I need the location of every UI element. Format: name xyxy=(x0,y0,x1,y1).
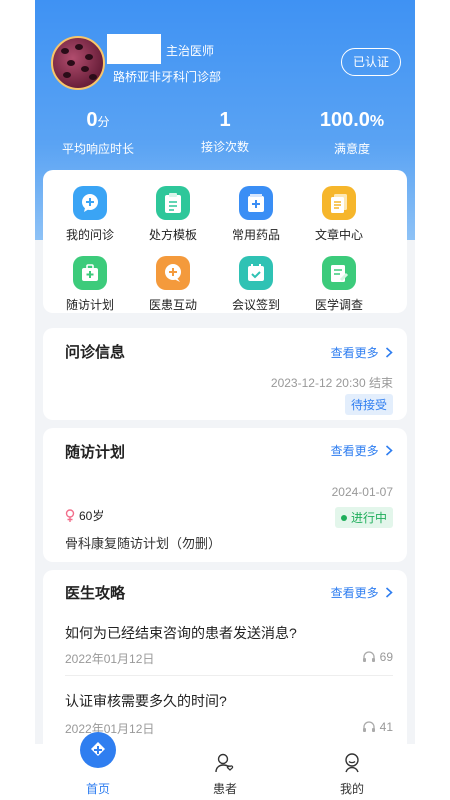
stat-value: 0 xyxy=(86,109,98,131)
nav-label: 首页 xyxy=(85,782,110,796)
age-label: 60岁 xyxy=(79,509,105,523)
doctor-name-redacted xyxy=(107,34,161,64)
followup-plan-name: 骨科康复随访计划（勿删） xyxy=(65,536,222,551)
article-date: 2022年01月12日 xyxy=(65,652,155,666)
stat-label: 满意度 xyxy=(333,142,370,156)
medicine-box-icon xyxy=(239,186,273,220)
grid-label: 医患互动 xyxy=(148,298,197,312)
chevron-right-icon xyxy=(385,445,393,456)
grid-label: 医学调查 xyxy=(314,298,363,312)
avatar[interactable] xyxy=(51,36,105,90)
more-label: 查看更多 xyxy=(330,346,379,360)
grid-item-prescription-template[interactable]: 处方模板 xyxy=(138,186,208,243)
status-label: 进行中 xyxy=(350,511,387,525)
stat-label: 平均响应时长 xyxy=(61,142,134,156)
status-badge: 进行中 xyxy=(334,507,393,528)
consult-end-time: 2023-12-12 20:30 结束 xyxy=(270,376,393,390)
status-badge: 待接受 xyxy=(344,394,393,415)
grid-item-doctor-patient-interaction[interactable]: 医患互动 xyxy=(138,256,208,313)
stat-response-time: 0分 平均响应时长 xyxy=(35,106,161,157)
divider xyxy=(65,675,393,676)
play-count: 41 xyxy=(379,720,393,734)
function-grid: 我的问诊 处方模板 常用药品 文章中心 随访计划 医患互动 会议签到 医学调查 xyxy=(43,170,407,313)
nav-home[interactable]: 首页 xyxy=(35,732,161,800)
headphones-icon xyxy=(362,651,375,662)
calendar-check-icon xyxy=(239,256,273,290)
survey-edit-icon xyxy=(322,256,356,290)
stat-unit: 分 xyxy=(97,115,110,129)
article-date: 2022年01月12日 xyxy=(65,722,155,736)
document-stack-icon xyxy=(322,186,356,220)
profile-icon xyxy=(345,753,359,773)
article-listen-count: 41 xyxy=(362,720,393,734)
patient-icon xyxy=(215,753,234,773)
clipboard-icon xyxy=(156,186,190,220)
more-label: 查看更多 xyxy=(330,586,379,600)
status-dot xyxy=(340,515,347,521)
stat-unit: % xyxy=(369,113,385,130)
nav-label: 我的 xyxy=(339,782,364,796)
stat-label: 接诊次数 xyxy=(200,140,249,154)
grid-item-followup-plan[interactable]: 随访计划 xyxy=(55,256,125,313)
grid-item-medical-survey[interactable]: 医学调查 xyxy=(304,256,374,313)
grid-label: 文章中心 xyxy=(314,228,363,242)
grid-label: 常用药品 xyxy=(231,228,280,242)
section-title: 随访计划 xyxy=(65,444,126,461)
hospital-name: 路桥亚非牙科门诊部 xyxy=(113,70,222,84)
nav-profile[interactable]: 我的 xyxy=(289,744,415,800)
grid-item-meeting-checkin[interactable]: 会议签到 xyxy=(221,256,291,313)
headphones-icon xyxy=(362,721,375,732)
section-title: 问诊信息 xyxy=(65,344,126,361)
bottom-nav: 首页 患者 我的 xyxy=(35,732,415,800)
more-label: 查看更多 xyxy=(330,444,379,458)
article-title: 如何为已经结束咨询的患者发送消息? xyxy=(65,625,297,641)
app-screen: 主治医师 路桥亚非牙科门诊部 已认证 0分 平均响应时长 1 接诊次数 100.… xyxy=(35,0,415,800)
stat-value: 100.0 xyxy=(319,109,370,131)
patient-age: 60岁 xyxy=(65,507,104,524)
play-count: 69 xyxy=(379,650,393,664)
stat-satisfaction: 100.0% 满意度 xyxy=(289,106,415,157)
nav-patients[interactable]: 患者 xyxy=(162,744,288,800)
followup-more-link[interactable]: 查看更多 xyxy=(331,442,393,459)
followup-date: 2024-01-07 xyxy=(331,485,393,499)
grid-label: 处方模板 xyxy=(148,228,197,242)
verified-button[interactable]: 已认证 xyxy=(341,48,401,76)
female-icon xyxy=(65,509,75,522)
grid-label: 我的问诊 xyxy=(65,228,114,242)
chat-bubble-icon xyxy=(73,186,107,220)
article-item[interactable]: 如何为已经结束咨询的患者发送消息? 2022年01月12日 69 xyxy=(43,620,407,676)
guide-more-link[interactable]: 查看更多 xyxy=(331,584,393,601)
grid-label: 随访计划 xyxy=(65,298,114,312)
article-listen-count: 69 xyxy=(362,650,393,664)
article-title: 认证审核需要多久的时间? xyxy=(65,693,227,709)
followup-plan-card[interactable]: 随访计划 查看更多 2024-01-07 60岁 进行中 骨科康复随访计划（勿删… xyxy=(43,428,407,562)
section-title: 医生攻略 xyxy=(65,585,126,602)
grid-item-my-consult[interactable]: 我的问诊 xyxy=(55,186,125,243)
grid-item-common-drugs[interactable]: 常用药品 xyxy=(221,186,291,243)
medical-bag-icon xyxy=(73,256,107,290)
nav-label: 患者 xyxy=(212,782,237,796)
stat-consult-count: 1 接诊次数 xyxy=(162,106,288,155)
doctor-title: 主治医师 xyxy=(166,44,215,58)
consult-info-card[interactable]: 问诊信息 查看更多 2023-12-12 20:30 结束 待接受 xyxy=(43,328,407,420)
consult-more-link[interactable]: 查看更多 xyxy=(331,344,393,361)
chevron-right-icon xyxy=(385,347,393,358)
grid-item-article-center[interactable]: 文章中心 xyxy=(304,186,374,243)
chat-plus-icon xyxy=(156,256,190,290)
grid-label: 会议签到 xyxy=(231,298,280,312)
stat-value: 1 xyxy=(219,109,231,131)
home-cross-icon xyxy=(80,732,116,768)
chevron-right-icon xyxy=(385,587,393,598)
